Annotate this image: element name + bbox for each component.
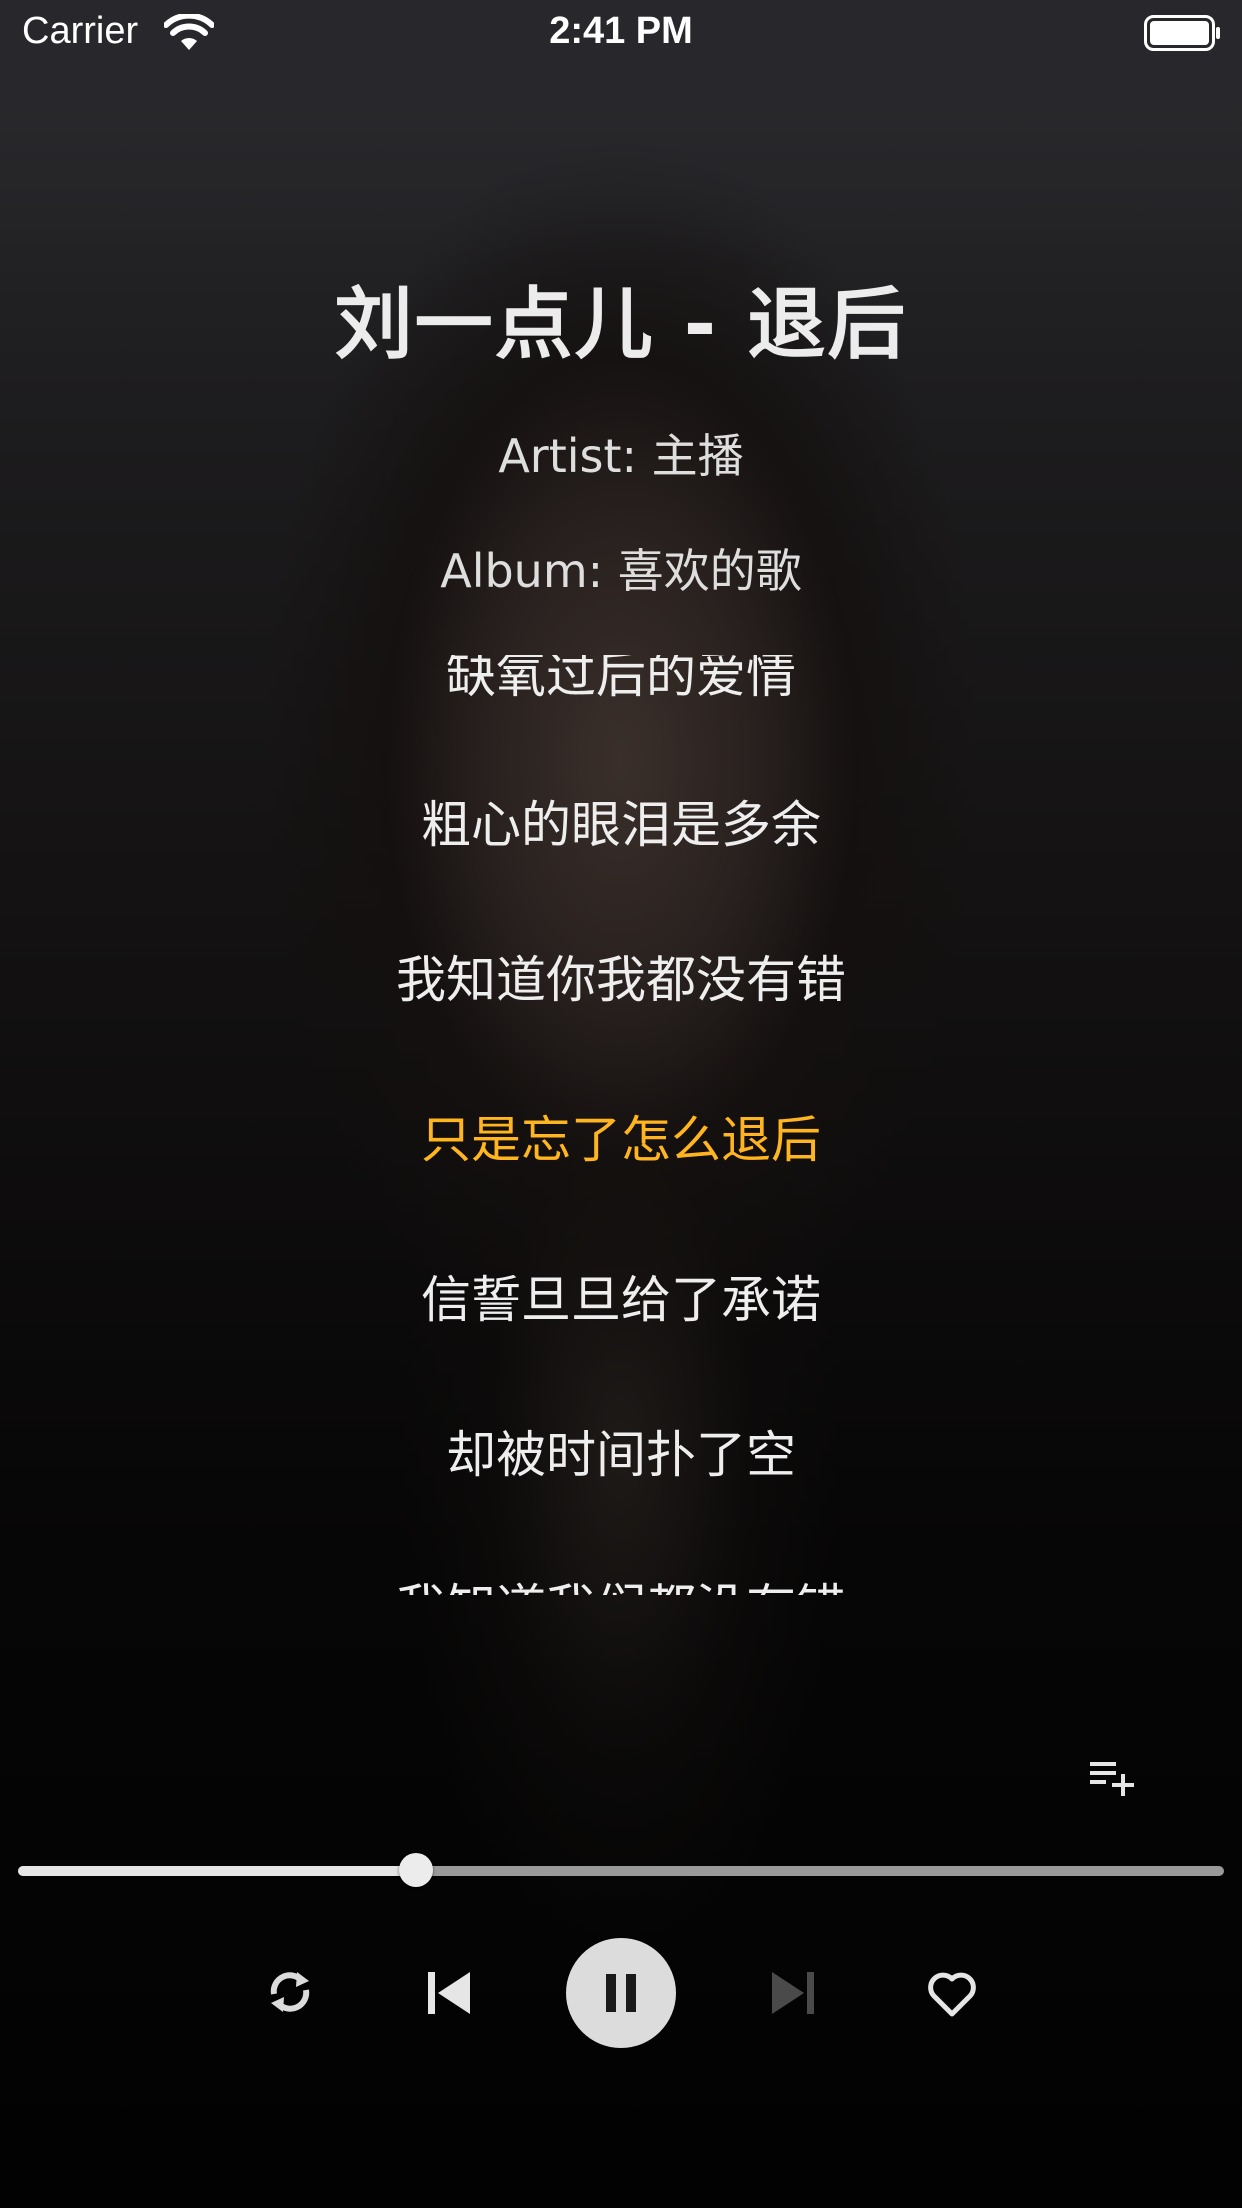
playlist-add-icon[interactable] bbox=[1088, 1758, 1136, 1798]
lyrics-scroll-view[interactable]: 缺氧过后的爱情 粗心的眼泪是多余 我知道你我都没有错 只是忘了怎么退后 信誓旦旦… bbox=[0, 655, 1242, 1595]
lyric-line: 我知道你我都没有错 bbox=[396, 951, 846, 1009]
progress-slider[interactable] bbox=[18, 1853, 1224, 1887]
song-title: 刘一点儿 - 退后 bbox=[334, 280, 908, 370]
lyric-line: 粗心的眼泪是多余 bbox=[421, 796, 821, 854]
pause-icon bbox=[606, 1974, 636, 2012]
progress-thumb[interactable] bbox=[398, 1853, 433, 1887]
pause-button[interactable] bbox=[566, 1938, 676, 2048]
progress-fill bbox=[18, 1866, 416, 1876]
lyric-line: 我知道我们都没有错 bbox=[0, 1568, 1242, 1595]
status-bar: Carrier 2:41 PM bbox=[0, 0, 1242, 66]
album-label: Album: 喜欢的歌 bbox=[440, 544, 802, 598]
heart-icon[interactable] bbox=[926, 1970, 978, 2018]
repeat-icon[interactable] bbox=[264, 1964, 316, 2020]
skip-next-icon[interactable] bbox=[770, 1970, 816, 2016]
skip-previous-icon[interactable] bbox=[426, 1970, 472, 2016]
lyric-line-current: 只是忘了怎么退后 bbox=[421, 1111, 821, 1169]
lyric-line: 信誓旦旦给了承诺 bbox=[421, 1271, 821, 1329]
battery-icon bbox=[1144, 15, 1220, 51]
status-time: 2:41 PM bbox=[549, 10, 693, 52]
lyric-line: 却被时间扑了空 bbox=[446, 1426, 796, 1484]
artist-label: Artist: 主播 bbox=[498, 429, 744, 483]
lyric-line: 缺氧过后的爱情 bbox=[446, 655, 796, 704]
